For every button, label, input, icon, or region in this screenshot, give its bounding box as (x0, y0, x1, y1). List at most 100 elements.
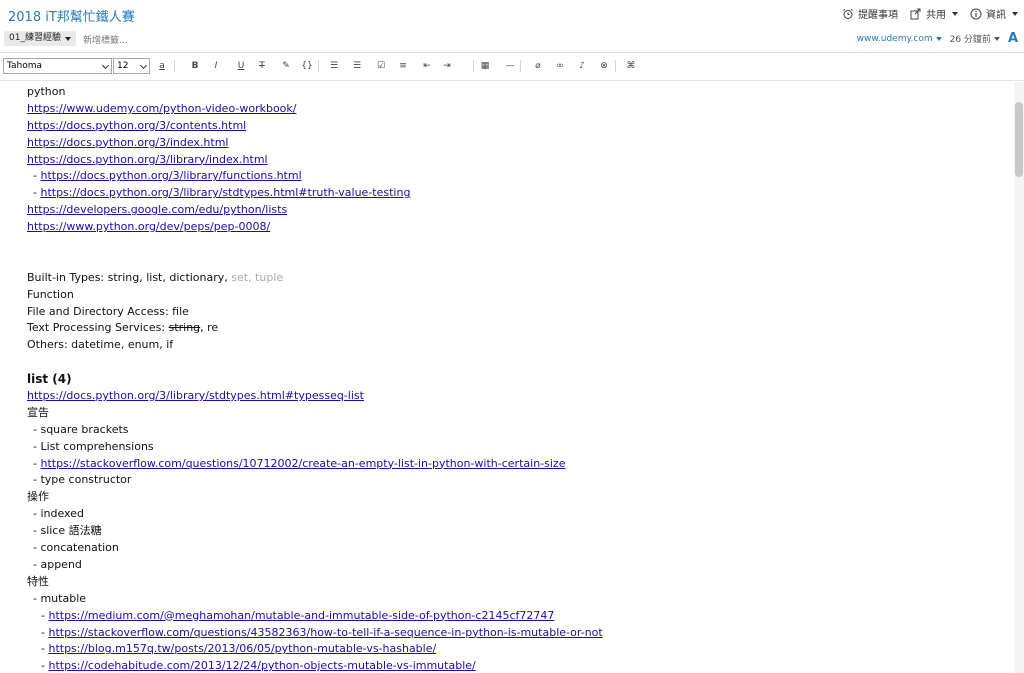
note-text-line: - mutable (33, 591, 87, 605)
source-url-link[interactable]: www.udemy.com (857, 34, 942, 44)
hyperlink[interactable]: https://medium.com/@meghamohan/mutable-a… (48, 609, 554, 622)
note-text-line: 特性 (27, 574, 49, 588)
font-settings-icon[interactable]: A (1008, 31, 1018, 46)
horizontal-rule-icon[interactable]: — (503, 59, 517, 73)
hyperlink[interactable]: https://docs.python.org/3/index.html (27, 136, 229, 149)
top-actions: 提醒事項 共用 資訊 (830, 6, 1018, 21)
hyperlink[interactable]: https://stackoverflow.com/questions/4358… (48, 626, 602, 639)
builtin-types-text: Built-in Types: string, list, dictionary… (27, 270, 232, 284)
note-text-line: Others: datetime, enum, if (27, 338, 174, 352)
note-sublink-line: - https://docs.python.org/3/library/func… (27, 168, 1007, 185)
builtin-types-line: Built-in Types: string, list, dictionary… (27, 270, 1007, 287)
hyperlink[interactable]: https://docs.python.org/3/library/stdtyp… (40, 186, 410, 199)
share-button[interactable]: 共用 (910, 6, 958, 21)
note-sublink-line: - https://stackoverflow.com/questions/10… (27, 456, 1007, 473)
link-icon[interactable]: ∞ (553, 59, 567, 73)
outdent-icon[interactable]: ⇤ (420, 59, 434, 73)
line-text-before: Text Processing Services: (27, 321, 169, 335)
line-text-after: , re (200, 321, 219, 335)
builtin-types-pending: set, tuple (231, 270, 284, 284)
toolbar-separator (318, 60, 319, 72)
note-text-line: 宣告 (27, 405, 49, 419)
note-link-line: https://www.python.org/dev/peps/pep-0008… (27, 219, 1007, 236)
chevron-down-icon (139, 61, 148, 70)
note-link-line: https://developers.google.com/edu/python… (27, 202, 1007, 219)
scrollbar-thumb[interactable] (1015, 102, 1023, 177)
source-url-text: www.udemy.com (856, 33, 933, 44)
font-size-select[interactable]: 12 (113, 58, 150, 74)
hyperlink[interactable]: https://docs.python.org/3/contents.html (27, 119, 246, 132)
hyperlink[interactable]: https://codehabitude.com/2013/12/24/pyth… (48, 659, 475, 672)
bulleted-list-icon[interactable]: ☰ (327, 59, 341, 73)
toolbar-separator (520, 60, 521, 72)
notebook-selector[interactable]: 01_練習經驗 (4, 31, 76, 46)
highlight-icon[interactable]: ✎ (279, 59, 293, 73)
hyperlink[interactable]: https://www.python.org/dev/peps/pep-0008… (27, 220, 270, 233)
share-label: 共用 (926, 10, 946, 21)
info-button[interactable]: 資訊 (970, 6, 1018, 21)
remove-format-icon[interactable]: ⊗ (597, 59, 611, 73)
info-icon (970, 8, 982, 20)
note-body[interactable]: python https://www.udemy.com/python-video… (27, 84, 1007, 673)
toolbar-separator (174, 60, 175, 72)
title-bar: 2018 iT邦幫忙鐵人賽 提醒事項 共用 資訊 (0, 0, 1024, 28)
note-text-line: - append (33, 557, 82, 571)
code-block-icon[interactable]: {} (300, 59, 314, 73)
add-tag-input[interactable]: 新增標籤... (83, 33, 128, 46)
table-icon[interactable]: ▦ (478, 59, 492, 73)
note-link-line: https://docs.python.org/3/library/index.… (27, 152, 1007, 169)
strikethrough-icon[interactable]: T (255, 59, 269, 73)
formatting-toolbar: Tahoma 12 a B I U T ✎ {} ☰ ☰ ☑ ≡ ⇤ ⇥ ▦ — ⌀ ∞ ♪ ⊗ ⌘ (0, 58, 1024, 76)
underline-icon[interactable]: U (234, 59, 248, 73)
updated-time-dropdown[interactable]: 26 分鐘前 (950, 32, 1000, 45)
toolbar-separator (473, 60, 474, 72)
hyperlink[interactable]: https://stackoverflow.com/questions/1071… (40, 457, 565, 470)
note-sublink-line: - https://codehabitude.com/2013/12/24/py… (27, 658, 1007, 673)
note-text-line: - concatenation (33, 541, 119, 555)
note-text-line: Function (27, 287, 74, 301)
reminder-button[interactable]: 提醒事項 (842, 6, 898, 21)
note-text-line: File and Directory Access: file (27, 304, 189, 318)
note-meta-row: 01_練習經驗 新增標籤... www.udemy.com 26 分鐘前 A (0, 30, 1024, 48)
chevron-down-icon (935, 36, 942, 41)
hyperlink[interactable]: https://docs.python.org/3/library/index.… (27, 153, 268, 166)
font-family-select[interactable]: Tahoma (3, 58, 112, 74)
checkbox-icon[interactable]: ☑ (374, 59, 388, 73)
align-icon[interactable]: ≡ (396, 59, 410, 73)
note-title[interactable]: 2018 iT邦幫忙鐵人賽 (8, 6, 135, 25)
updated-time: 26 分鐘前 (949, 35, 991, 45)
indent-icon[interactable]: ⇥ (440, 59, 454, 73)
italic-icon[interactable]: I (209, 59, 223, 73)
meta-right: www.udemy.com 26 分鐘前 A (857, 31, 1018, 46)
hyperlink[interactable]: https://blog.m157q.tw/posts/2013/06/05/p… (48, 642, 436, 655)
share-icon (910, 8, 922, 20)
more-options-icon[interactable]: ⌘ (624, 59, 638, 73)
numbered-list-icon[interactable]: ☰ (350, 59, 364, 73)
text-processing-line: Text Processing Services: string, re (27, 320, 1007, 337)
note-text-line: - indexed (33, 507, 84, 521)
hyperlink[interactable]: https://docs.python.org/3/library/functi… (40, 169, 301, 182)
hyperlink[interactable]: https://docs.python.org/3/library/stdtyp… (27, 389, 364, 402)
info-label: 資訊 (986, 10, 1006, 21)
toolbar-divider (0, 80, 1024, 81)
section-heading: list (4) (27, 372, 72, 387)
hyperlink[interactable]: https://www.udemy.com/python-video-workb… (27, 102, 297, 115)
audio-icon[interactable]: ♪ (575, 59, 589, 73)
note-text-line: - slice 語法糖 (33, 524, 102, 538)
note-link-line: https://www.udemy.com/python-video-workb… (27, 101, 1007, 118)
note-text-line: 操作 (27, 490, 49, 504)
text-color-icon[interactable]: a (155, 59, 169, 73)
attachment-icon[interactable]: ⌀ (531, 59, 545, 73)
font-size-value: 12 (117, 61, 129, 71)
bold-icon[interactable]: B (188, 59, 202, 73)
hyperlink[interactable]: https://developers.google.com/edu/python… (27, 203, 287, 216)
note-link-line: https://docs.python.org/3/index.html (27, 135, 1007, 152)
chevron-down-icon (1012, 11, 1018, 16)
note-sublink-line: - https://docs.python.org/3/library/stdt… (27, 185, 1007, 202)
notebook-name: 01_練習經驗 (9, 33, 61, 43)
note-text-line: - square brackets (33, 422, 129, 436)
font-family-value: Tahoma (7, 61, 43, 71)
